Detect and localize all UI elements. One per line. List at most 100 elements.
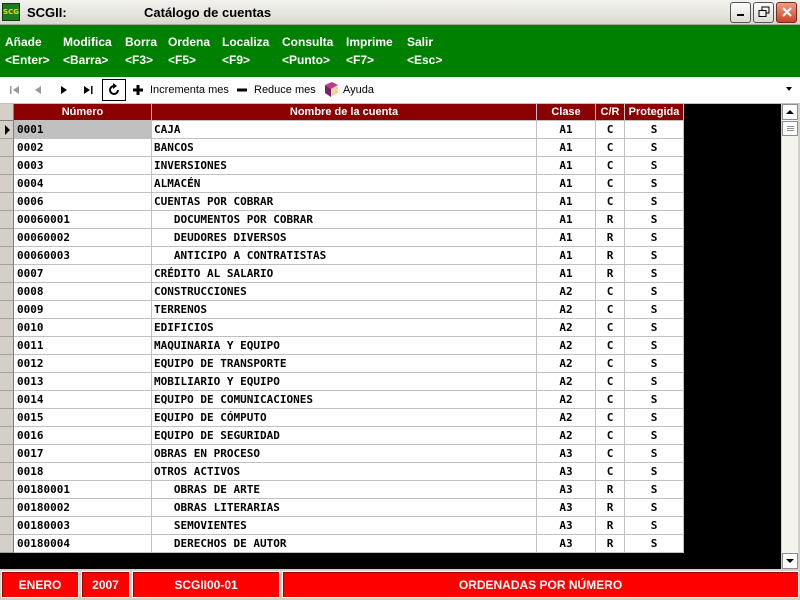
cell-cr[interactable]: R <box>596 517 625 535</box>
table-row[interactable]: 0006 CUENTAS POR COBRAR A1 C S <box>0 193 684 211</box>
cell-numero[interactable]: 0008 <box>14 283 152 301</box>
cell-clase[interactable]: A1 <box>537 211 596 229</box>
cell-nombre[interactable]: MAQUINARIA Y EQUIPO <box>152 337 537 355</box>
row-indicator[interactable] <box>0 175 14 193</box>
cell-cr[interactable]: C <box>596 337 625 355</box>
column-header-cr[interactable]: C/R <box>596 104 625 121</box>
cell-cr[interactable]: C <box>596 301 625 319</box>
cell-numero[interactable]: 0012 <box>14 355 152 373</box>
cell-nombre[interactable]: CRÉDITO AL SALARIO <box>152 265 537 283</box>
cell-protegida[interactable]: S <box>625 139 684 157</box>
cell-cr[interactable]: R <box>596 229 625 247</box>
cell-nombre[interactable]: EDIFICIOS <box>152 319 537 337</box>
row-indicator[interactable] <box>0 499 14 517</box>
table-row[interactable]: 0016 EQUIPO DE SEGURIDAD A2 C S <box>0 427 684 445</box>
cell-clase[interactable]: A2 <box>537 427 596 445</box>
table-row[interactable]: 0008 CONSTRUCCIONES A2 C S <box>0 283 684 301</box>
cell-nombre[interactable]: CONSTRUCCIONES <box>152 283 537 301</box>
menu-anade[interactable]: Añade <Enter> <box>5 33 50 69</box>
cell-clase[interactable]: A2 <box>537 355 596 373</box>
cell-clase[interactable]: A2 <box>537 373 596 391</box>
cell-protegida[interactable]: S <box>625 265 684 283</box>
menu-imprime[interactable]: Imprime <F7> <box>346 33 393 69</box>
first-record-icon[interactable] <box>8 83 22 97</box>
cell-protegida[interactable]: S <box>625 337 684 355</box>
cell-protegida[interactable]: S <box>625 373 684 391</box>
column-header-numero[interactable]: Número <box>14 104 152 121</box>
cell-numero[interactable]: 0003 <box>14 157 152 175</box>
cell-protegida[interactable]: S <box>625 409 684 427</box>
table-row[interactable]: 0015 EQUIPO DE CÓMPUTO A2 C S <box>0 409 684 427</box>
cell-nombre[interactable]: DERECHOS DE AUTOR <box>152 535 537 553</box>
table-row[interactable]: 00180003 SEMOVIENTES A3 R S <box>0 517 684 535</box>
cell-cr[interactable]: C <box>596 193 625 211</box>
table-row[interactable]: 0018 OTROS ACTIVOS A3 C S <box>0 463 684 481</box>
cell-numero[interactable]: 00060002 <box>14 229 152 247</box>
cell-protegida[interactable]: S <box>625 319 684 337</box>
next-record-icon[interactable] <box>57 83 71 97</box>
row-indicator[interactable] <box>0 247 14 265</box>
table-row[interactable]: 00180002 OBRAS LITERARIAS A3 R S <box>0 499 684 517</box>
cell-cr[interactable]: C <box>596 157 625 175</box>
cell-cr[interactable]: C <box>596 391 625 409</box>
cell-protegida[interactable]: S <box>625 301 684 319</box>
help-button[interactable]: Ayuda <box>343 84 374 96</box>
row-indicator[interactable] <box>0 121 14 139</box>
cell-numero[interactable]: 0017 <box>14 445 152 463</box>
menu-modifica[interactable]: Modifica <Barra> <box>63 33 112 69</box>
previous-record-icon[interactable] <box>31 83 45 97</box>
cell-cr[interactable]: C <box>596 373 625 391</box>
close-button[interactable] <box>776 2 797 23</box>
cell-clase[interactable]: A1 <box>537 139 596 157</box>
cell-protegida[interactable]: S <box>625 283 684 301</box>
cell-numero[interactable]: 0015 <box>14 409 152 427</box>
table-row[interactable]: 0001 CAJA A1 C S <box>0 121 684 139</box>
table-row[interactable]: 00060003 ANTICIPO A CONTRATISTAS A1 R S <box>0 247 684 265</box>
cell-clase[interactable]: A3 <box>537 463 596 481</box>
table-row[interactable]: 00180004 DERECHOS DE AUTOR A3 R S <box>0 535 684 553</box>
cell-cr[interactable]: C <box>596 139 625 157</box>
reduce-month-button[interactable]: Reduce mes <box>254 84 316 96</box>
cell-nombre[interactable]: SEMOVIENTES <box>152 517 537 535</box>
cell-numero[interactable]: 0004 <box>14 175 152 193</box>
cell-nombre[interactable]: DOCUMENTOS POR COBRAR <box>152 211 537 229</box>
menu-ordena[interactable]: Ordena <F5> <box>168 33 210 69</box>
cell-cr[interactable]: C <box>596 175 625 193</box>
row-indicator[interactable] <box>0 409 14 427</box>
cell-protegida[interactable]: S <box>625 175 684 193</box>
cell-nombre[interactable]: EQUIPO DE CÓMPUTO <box>152 409 537 427</box>
cell-clase[interactable]: A3 <box>537 445 596 463</box>
cell-clase[interactable]: A1 <box>537 265 596 283</box>
cell-numero[interactable]: 0013 <box>14 373 152 391</box>
row-indicator[interactable] <box>0 481 14 499</box>
row-indicator[interactable] <box>0 229 14 247</box>
cell-protegida[interactable]: S <box>625 427 684 445</box>
table-row[interactable]: 0010 EDIFICIOS A2 C S <box>0 319 684 337</box>
refresh-button[interactable] <box>102 79 126 101</box>
cell-numero[interactable]: 00180002 <box>14 499 152 517</box>
cell-clase[interactable]: A3 <box>537 517 596 535</box>
table-row[interactable]: 0013 MOBILIARIO Y EQUIPO A2 C S <box>0 373 684 391</box>
row-indicator[interactable] <box>0 445 14 463</box>
menu-borra[interactable]: Borra <F3> <box>125 33 157 69</box>
cell-protegida[interactable]: S <box>625 157 684 175</box>
cell-clase[interactable]: A3 <box>537 481 596 499</box>
table-row[interactable]: 00180001 OBRAS DE ARTE A3 R S <box>0 481 684 499</box>
row-indicator[interactable] <box>0 283 14 301</box>
cell-nombre[interactable]: OBRAS LITERARIAS <box>152 499 537 517</box>
menu-localiza[interactable]: Localiza <F9> <box>222 33 269 69</box>
cell-numero[interactable]: 0011 <box>14 337 152 355</box>
cell-nombre[interactable]: MOBILIARIO Y EQUIPO <box>152 373 537 391</box>
row-indicator[interactable] <box>0 517 14 535</box>
cell-nombre[interactable]: INVERSIONES <box>152 157 537 175</box>
cell-numero[interactable]: 00060003 <box>14 247 152 265</box>
cell-clase[interactable]: A2 <box>537 283 596 301</box>
cell-clase[interactable]: A2 <box>537 301 596 319</box>
cell-nombre[interactable]: OTROS ACTIVOS <box>152 463 537 481</box>
cell-clase[interactable]: A1 <box>537 247 596 265</box>
cell-clase[interactable]: A1 <box>537 175 596 193</box>
cell-protegida[interactable]: S <box>625 499 684 517</box>
cell-clase[interactable]: A3 <box>537 499 596 517</box>
cell-clase[interactable]: A2 <box>537 409 596 427</box>
cell-nombre[interactable]: ALMACÉN <box>152 175 537 193</box>
